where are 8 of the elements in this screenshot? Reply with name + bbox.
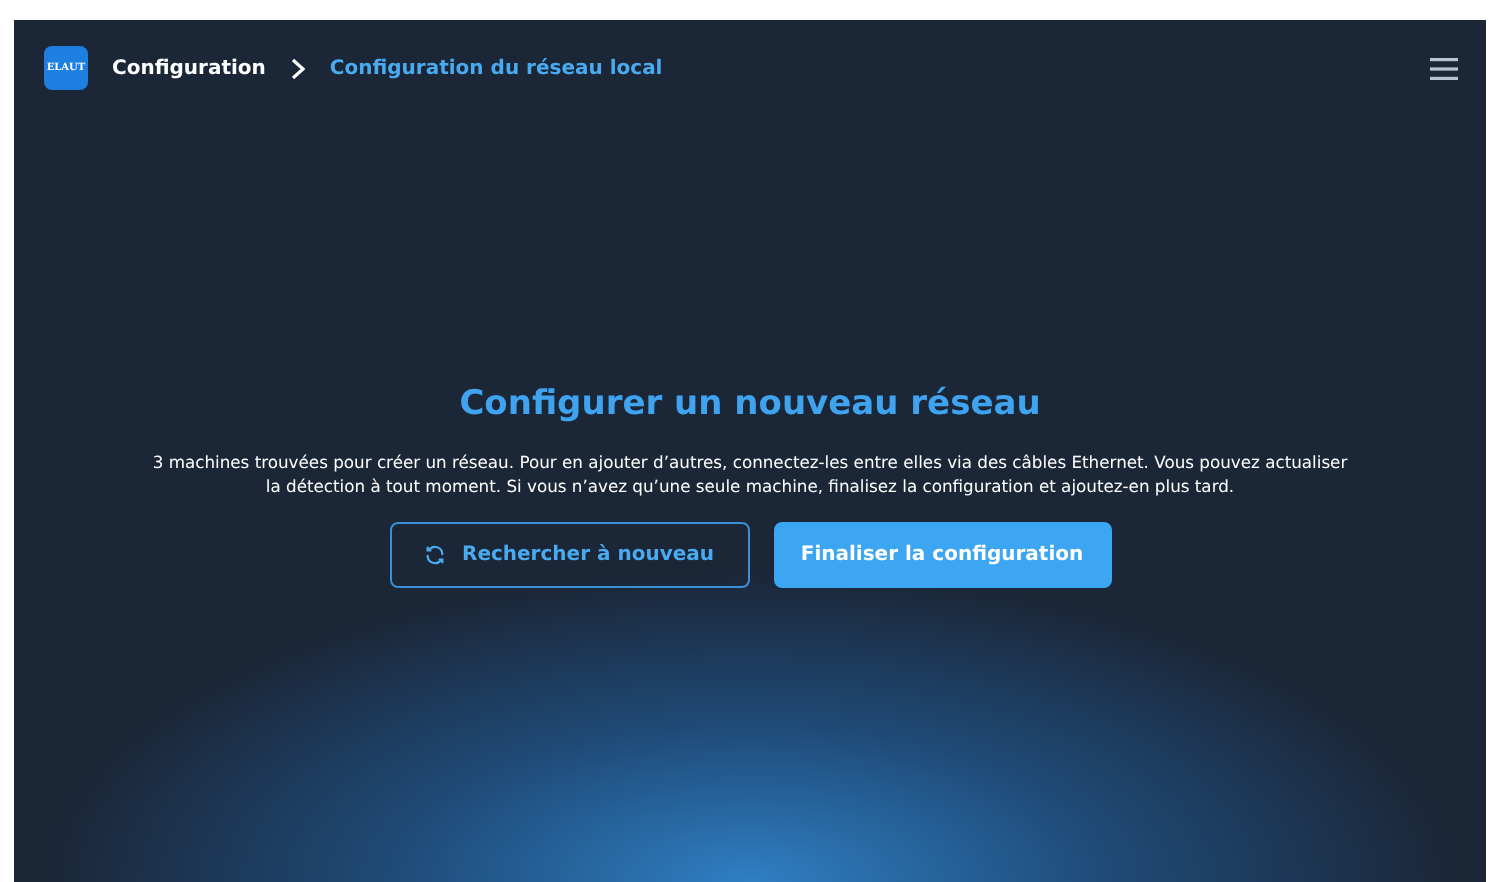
search-again-button[interactable]: Rechercher à nouveau xyxy=(389,522,749,588)
chevron-right-icon xyxy=(289,57,306,79)
page-title: Configurer un nouveau réseau xyxy=(459,384,1041,424)
description: 3 machines trouvées pour créer un réseau. Pour en ajouter d’autres, connectez-les entre elles via des câbles Ethernet. Vous pouvez actualiser la détection à tout moment. Si vous n’avez qu’une seule machine, finalisez la configuration et ajoutez-en plus tard. xyxy=(150,450,1350,498)
breadcrumb-item[interactable]: Configuration du réseau local xyxy=(329,57,663,79)
refresh-icon xyxy=(424,544,446,566)
menu-icon[interactable] xyxy=(1430,57,1458,79)
breadcrumb-item[interactable]: Configuration xyxy=(112,57,266,79)
